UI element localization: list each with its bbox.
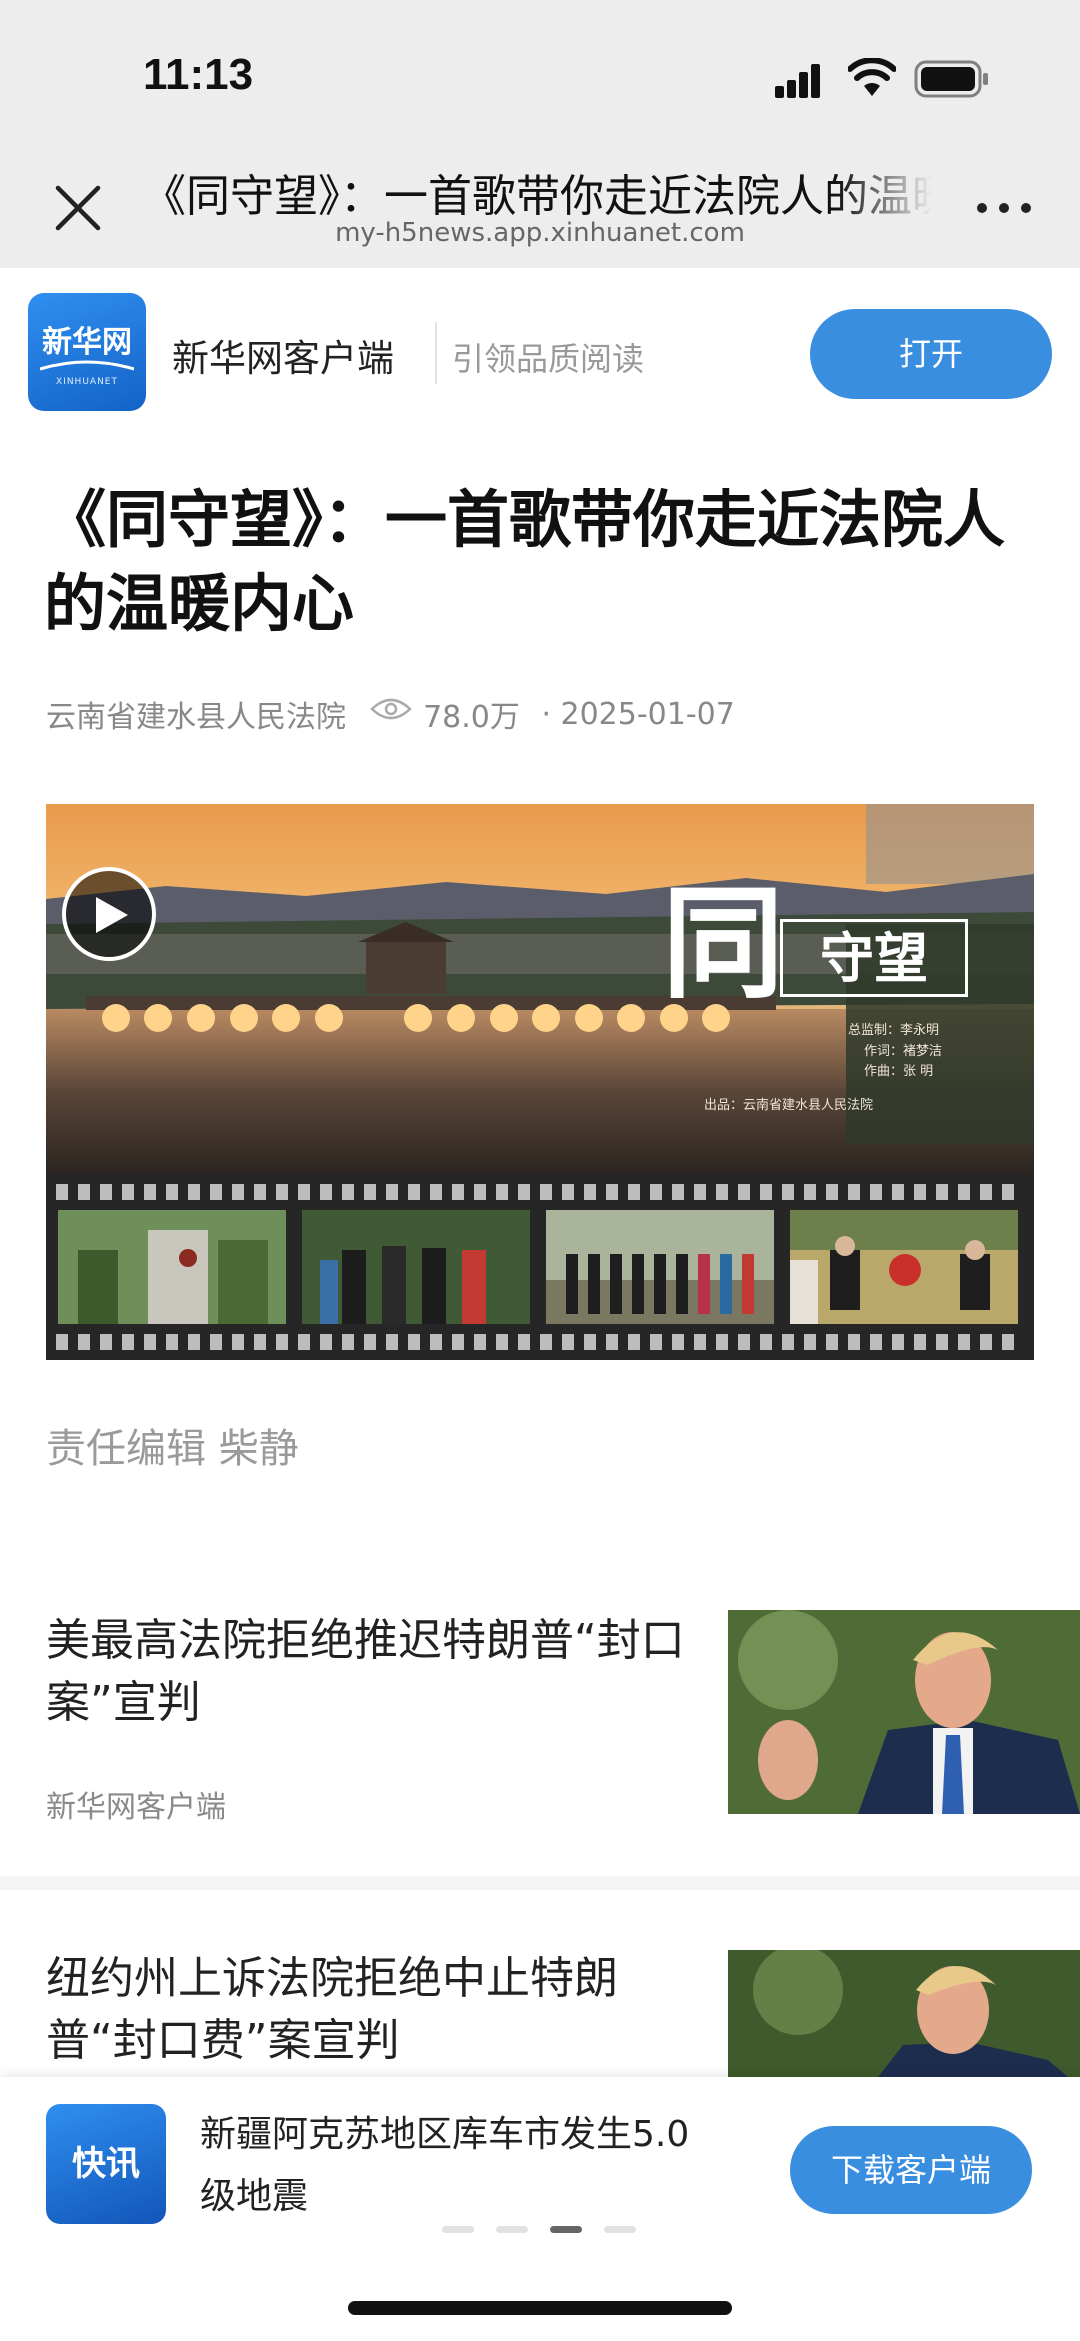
browser-url: my-h5news.app.xinhuanet.com bbox=[335, 218, 745, 248]
xinhua-app-logo[interactable]: 新华网 XINHUANET bbox=[28, 293, 146, 411]
news-flash-text[interactable]: 新疆阿克苏地区库车市发生5.0级地震 bbox=[200, 2104, 710, 2228]
news-flash-logo: 快讯 bbox=[46, 2104, 166, 2224]
related-news-thumbnail[interactable] bbox=[728, 1950, 1080, 2077]
wifi-icon bbox=[848, 58, 896, 96]
film-frame bbox=[546, 1210, 774, 1324]
app-name: 新华网客户端 bbox=[172, 337, 394, 380]
logo-subtitle: XINHUANET bbox=[56, 377, 118, 387]
carousel-dot bbox=[442, 2226, 474, 2233]
publish-date: · 2025-01-07 bbox=[541, 696, 735, 732]
film-frame bbox=[58, 1210, 286, 1324]
browser-page-title: 《同守望》：一首歌带你走近法院人的温暖内心 bbox=[142, 171, 932, 222]
play-icon bbox=[96, 897, 128, 933]
film-frame bbox=[302, 1210, 530, 1324]
related-news-thumbnail[interactable] bbox=[728, 1610, 1080, 1814]
open-app-button[interactable]: 打开 bbox=[810, 309, 1052, 399]
video-title-small: 守望 bbox=[780, 919, 968, 997]
related-news-title[interactable]: 纽约州上诉法院拒绝中止特朗普“封口费”案宣判 bbox=[46, 1948, 686, 2072]
article-title: 《同守望》：一首歌带你走近法院人的温暖内心 bbox=[44, 483, 1006, 640]
article-meta: 云南省建水县人民法院 78.0万 · 2025-01-07 bbox=[46, 692, 735, 736]
filmstrip-sprockets bbox=[56, 1184, 1024, 1200]
carousel-dot bbox=[604, 2226, 636, 2233]
related-news-title[interactable]: 美最高法院拒绝推迟特朗普“封口案”宣判 bbox=[46, 1610, 686, 1734]
video-title-big: 同 bbox=[662, 871, 784, 1015]
status-time: 11:13 bbox=[143, 50, 254, 99]
video-credit: 作词：褚梦洁 bbox=[864, 1044, 943, 1059]
carousel-indicator bbox=[442, 2226, 642, 2234]
cellular-signal-icon bbox=[775, 64, 820, 98]
view-count: 78.0万 bbox=[423, 700, 520, 735]
carousel-dot bbox=[496, 2226, 528, 2233]
responsible-editor: 责任编辑 柴静 bbox=[46, 1426, 299, 1472]
video-producer: 出品：云南省建水县人民法院 bbox=[704, 1098, 874, 1113]
section-separator bbox=[0, 1876, 1080, 1890]
video-player[interactable]: 同 守望 总监制：李永明 作词：褚梦洁 作曲：张 明 出品：云南省建水县人民法院 bbox=[46, 804, 1034, 1360]
battery-icon bbox=[914, 60, 988, 98]
status-bar: 11:13 bbox=[0, 0, 1080, 140]
more-options-icon[interactable] bbox=[972, 188, 1036, 228]
article-source: 云南省建水县人民法院 bbox=[46, 700, 346, 735]
carousel-dot-active bbox=[550, 2226, 582, 2233]
filmstrip-sprockets bbox=[56, 1334, 1024, 1350]
film-frame bbox=[790, 1210, 1018, 1324]
banner-divider bbox=[435, 322, 437, 384]
logo-wave-icon bbox=[40, 360, 134, 371]
download-app-button[interactable]: 下载客户端 bbox=[790, 2126, 1032, 2214]
play-button[interactable] bbox=[62, 867, 156, 961]
video-credit: 作曲：张 明 bbox=[864, 1064, 934, 1079]
filmstrip bbox=[46, 1174, 1034, 1360]
logo-text: 新华网 bbox=[42, 325, 132, 360]
app-slogan: 引领品质阅读 bbox=[452, 340, 645, 378]
related-news-source: 新华网客户端 bbox=[46, 1790, 226, 1825]
eye-icon bbox=[369, 698, 412, 719]
home-indicator[interactable] bbox=[348, 2301, 732, 2315]
video-credit: 总监制：李永明 bbox=[848, 1023, 940, 1038]
